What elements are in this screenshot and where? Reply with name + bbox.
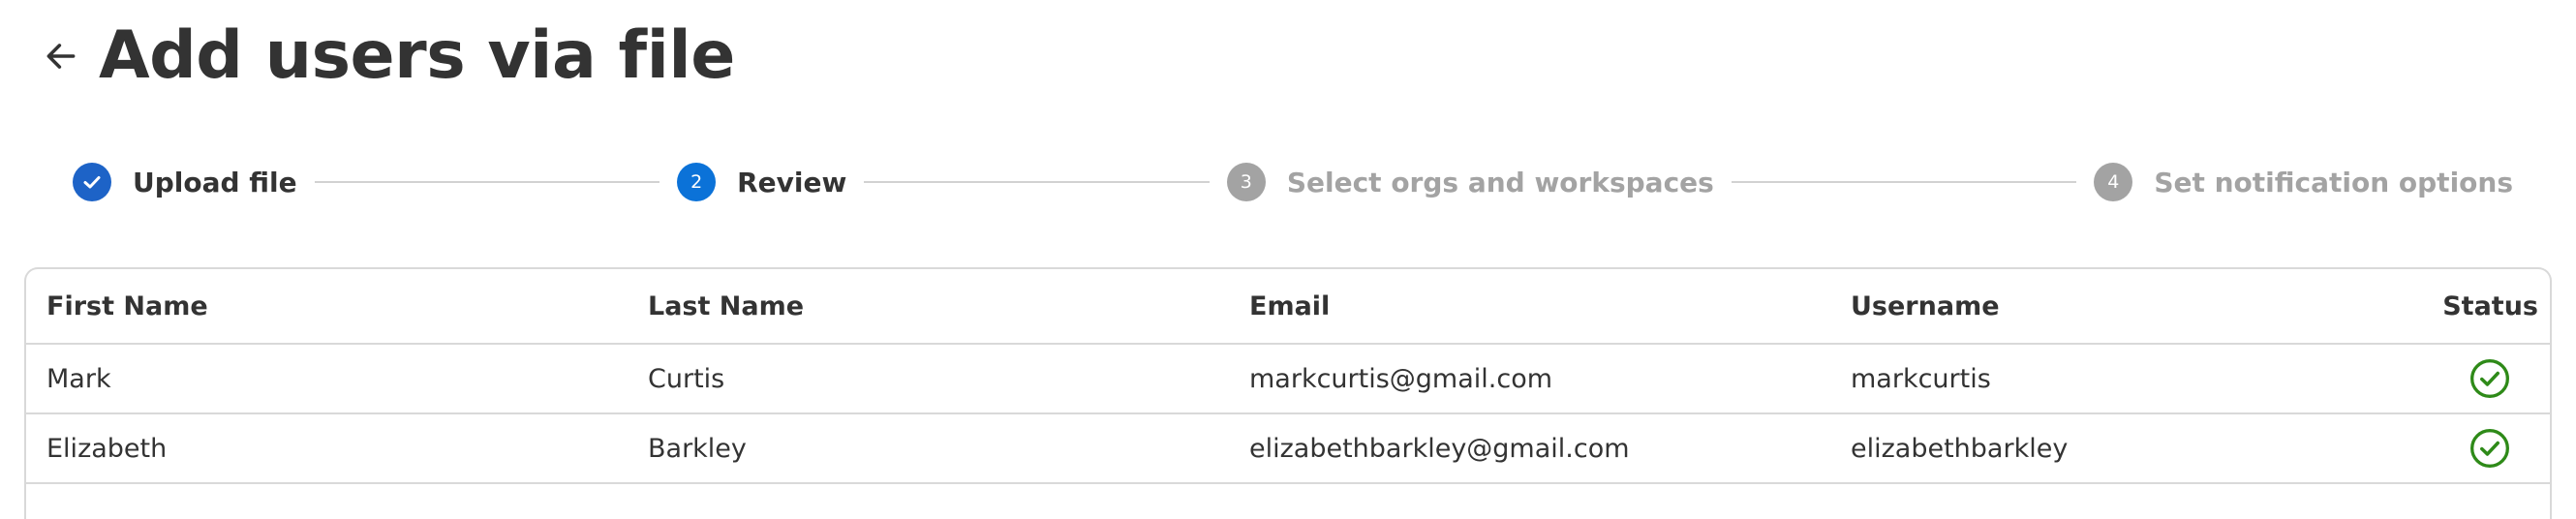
cell-status [2432,413,2550,484]
column-header-username[interactable]: Username [1830,269,2432,345]
step-notification-options: 4 Set notification options [2094,163,2513,201]
check-circle-icon [2470,359,2509,398]
users-table: First Name Last Name Email Username Stat… [24,267,2552,519]
cell-last-name: Barkley [628,413,1229,484]
column-header-last-name[interactable]: Last Name [628,269,1229,345]
step-label: Select orgs and workspaces [1286,166,1714,198]
column-header-email[interactable]: Email [1229,269,1830,345]
check-circle-icon [2470,429,2509,468]
step-number: 3 [1226,163,1266,201]
table-row: Elizabeth Barkley elizabethbarkley@gmail… [26,413,2550,484]
step-review: 2 Review [677,163,846,201]
step-select-orgs: 3 Select orgs and workspaces [1226,163,1714,201]
cell-first-name: Elizabeth [26,413,628,484]
step-upload-file: Upload file [73,163,297,201]
cell-email: markcurtis@gmail.com [1229,344,1830,414]
step-label: Review [737,166,847,198]
back-button[interactable] [37,32,85,80]
cell-last-name: Curtis [628,344,1229,414]
cell-email: elizabethbarkley@gmail.com [1229,413,1830,484]
step-number: 4 [2094,163,2133,201]
check-icon [83,176,101,189]
table-header-row: First Name Last Name Email Username Stat… [26,269,2550,345]
step-connector [314,181,660,183]
step-number: 2 [677,163,717,201]
column-header-first-name[interactable]: First Name [26,269,628,345]
cell-first-name: Mark [26,344,628,414]
page-title: Add users via file [99,17,735,94]
step-label: Upload file [133,166,297,198]
step-complete-indicator [73,163,111,201]
step-connector [864,181,1210,183]
cell-username: markcurtis [1830,344,2432,414]
page-header: Add users via file [37,17,735,95]
arrow-left-icon [46,44,76,69]
column-header-status[interactable]: Status [2432,269,2550,345]
cell-username: elizabethbarkley [1830,413,2432,484]
step-connector [1731,181,2077,183]
step-label: Set notification options [2154,166,2513,198]
table-row: Mark Curtis markcurtis@gmail.com markcur… [26,344,2550,414]
progress-stepper: Upload file 2 Review 3 Select orgs and w… [73,161,2513,203]
cell-status [2432,344,2550,414]
